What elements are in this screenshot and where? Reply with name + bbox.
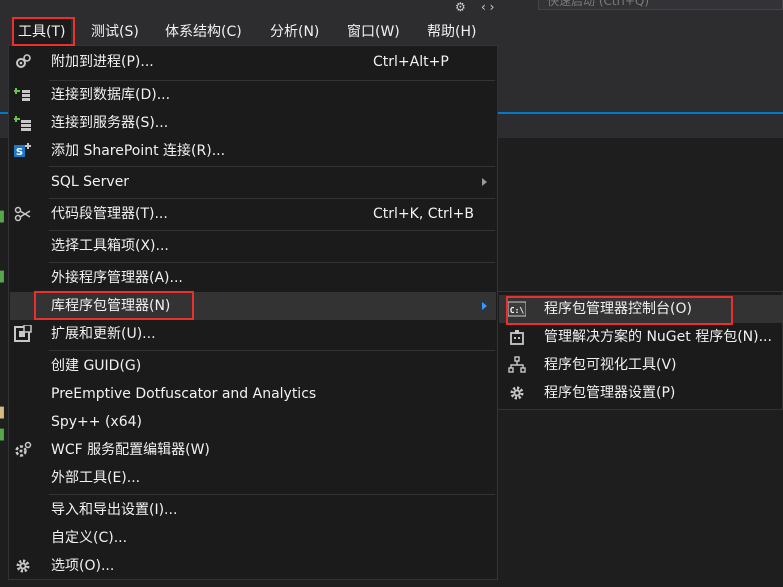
submenu-arrow-icon <box>482 302 487 310</box>
menu-item-connect-database[interactable]: 连接到数据库(D)... <box>10 81 496 109</box>
menu-separator <box>49 494 495 495</box>
menu-bar: ⚙ ‹ › 快速启动 (Ctrl+Q) 工具(T) 测试(S) 体系结构(C) … <box>0 0 783 46</box>
gutter-mark: ▌ <box>0 430 8 441</box>
menu-item-label: PreEmptive Dotfuscator and Analytics <box>51 386 317 402</box>
menu-item-snippet-manager[interactable]: 代码段管理器(T)... Ctrl+K, Ctrl+B <box>10 200 496 228</box>
svg-text:S: S <box>16 147 23 158</box>
menu-item-options[interactable]: 选项(O)... <box>10 552 496 580</box>
menu-analyze[interactable]: 分析(N) <box>264 18 325 46</box>
connect-database-icon <box>14 86 32 104</box>
menu-item-sharepoint[interactable]: S 添加 SharePoint 连接(R)... <box>10 137 496 165</box>
gear-icon <box>14 557 32 575</box>
menu-test[interactable]: 测试(S) <box>85 18 145 46</box>
gutter-mark: ▌ <box>0 212 8 223</box>
menu-item-attach-process[interactable]: 附加到进程(P)... Ctrl+Alt+P <box>10 48 496 76</box>
menu-separator <box>49 350 495 351</box>
snippet-icon <box>14 205 32 223</box>
attach-process-icon <box>14 53 32 71</box>
gutter-mark: ▌ <box>0 408 8 419</box>
visualizer-icon <box>508 356 526 374</box>
menu-item-wcf-config[interactable]: WCF 服务配置编辑器(W) <box>10 436 496 464</box>
menu-item-spy[interactable]: Spy++ (x64) <box>10 408 496 436</box>
menu-item-label: 连接到服务器(S)... <box>51 115 169 131</box>
menu-item-label: 程序包管理器设置(P) <box>544 385 676 401</box>
menu-item-customize[interactable]: 自定义(C)... <box>10 524 496 552</box>
submenu-item-package-visualizer[interactable]: 程序包可视化工具(V) <box>499 351 783 379</box>
menu-item-shortcut: Ctrl+K, Ctrl+B <box>373 206 474 222</box>
submenu-item-manage-nuget[interactable]: 管理解决方案的 NuGet 程序包(N)... <box>499 323 783 351</box>
submenu-item-package-settings[interactable]: 程序包管理器设置(P) <box>499 379 783 407</box>
menu-separator <box>49 230 495 231</box>
menu-architecture[interactable]: 体系结构(C) <box>159 18 248 46</box>
menu-item-choose-toolbox[interactable]: 选择工具箱项(X)... <box>10 232 496 260</box>
highlight-box-package-manager <box>34 291 194 320</box>
extensions-icon <box>14 325 32 343</box>
menu-item-addin-manager[interactable]: 外接程序管理器(A)... <box>10 264 496 292</box>
menu-item-label: 外部工具(E)... <box>51 470 141 486</box>
menu-item-label: SQL Server <box>51 174 130 190</box>
gear-icon <box>508 384 526 402</box>
connect-server-icon <box>14 114 32 132</box>
menu-item-label: 连接到数据库(D)... <box>51 87 171 103</box>
sharepoint-icon: S <box>14 142 32 160</box>
wcf-config-icon <box>14 441 32 459</box>
quick-launch-box[interactable]: 快速启动 (Ctrl+Q) <box>538 0 783 10</box>
menu-separator <box>49 262 495 263</box>
menu-item-label: 导入和导出设置(I)... <box>51 502 178 518</box>
menu-item-label: 扩展和更新(U)... <box>51 326 156 342</box>
menu-separator <box>49 166 495 167</box>
menu-item-label: Spy++ (x64) <box>51 414 142 430</box>
menu-item-label: 添加 SharePoint 连接(R)... <box>51 143 226 159</box>
menu-separator <box>49 198 495 199</box>
menu-item-dotfuscator[interactable]: PreEmptive Dotfuscator and Analytics <box>10 380 496 408</box>
submenu-arrow-icon <box>482 178 487 186</box>
menu-item-extensions[interactable]: 扩展和更新(U)... <box>10 320 496 348</box>
menu-item-label: 代码段管理器(T)... <box>51 206 168 222</box>
menu-item-label: 选项(O)... <box>51 558 115 574</box>
menu-item-external-tools[interactable]: 外部工具(E)... <box>10 464 496 492</box>
highlight-box-tools-menu <box>12 17 75 46</box>
menu-item-import-export[interactable]: 导入和导出设置(I)... <box>10 496 496 524</box>
menu-item-label: 附加到进程(P)... <box>51 54 154 70</box>
menu-item-shortcut: Ctrl+Alt+P <box>373 54 449 70</box>
menu-item-label: 程序包可视化工具(V) <box>544 357 677 373</box>
menu-item-label: 创建 GUID(G) <box>51 358 142 374</box>
quick-launch-placeholder: 快速启动 (Ctrl+Q) <box>547 0 650 8</box>
ide-window: ▌ ▌ ▌ ▌ ⚙ ‹ › 快速启动 (Ctrl+Q) 工具(T) 测试(S) … <box>0 0 783 587</box>
menu-item-sql-server[interactable]: SQL Server <box>10 168 496 196</box>
menu-item-label: WCF 服务配置编辑器(W) <box>51 442 210 458</box>
gutter-mark: ▌ <box>0 272 8 283</box>
menu-window[interactable]: 窗口(W) <box>341 18 406 46</box>
highlight-box-package-console <box>506 296 733 325</box>
menu-help[interactable]: 帮助(H) <box>421 18 482 46</box>
nuget-icon <box>508 328 526 346</box>
menu-item-label: 自定义(C)... <box>51 530 128 546</box>
nav-back-forward-icon[interactable]: ⚙ ‹ › <box>455 0 494 14</box>
menu-item-label: 管理解决方案的 NuGet 程序包(N)... <box>544 329 772 345</box>
menu-item-create-guid[interactable]: 创建 GUID(G) <box>10 352 496 380</box>
menu-item-label: 选择工具箱项(X)... <box>51 238 169 254</box>
menu-item-label: 外接程序管理器(A)... <box>51 270 183 286</box>
menu-item-connect-server[interactable]: 连接到服务器(S)... <box>10 109 496 137</box>
